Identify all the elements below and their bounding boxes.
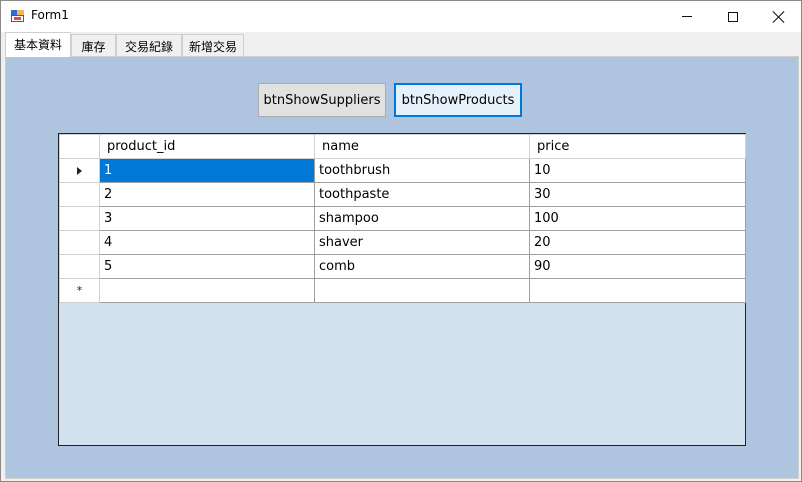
table-row[interactable]: 5 comb 90 xyxy=(59,254,746,279)
tab-page-basic-info: btnShowSuppliers btnShowProducts product… xyxy=(5,56,799,479)
cell-name[interactable]: shampoo xyxy=(314,206,530,231)
cell-name[interactable]: toothbrush xyxy=(314,158,530,183)
row-header[interactable] xyxy=(59,254,100,279)
table-row[interactable]: 1 toothbrush 10 xyxy=(59,158,746,183)
maximize-button[interactable] xyxy=(710,1,756,32)
main-window: Form1 基本資料 庫存 交易紀錄 新增交易 btnShowSuppliers… xyxy=(0,0,802,482)
cell-name[interactable]: comb xyxy=(314,254,530,279)
cell-product-id[interactable]: 2 xyxy=(99,182,315,207)
tab-add-transaction[interactable]: 新增交易 xyxy=(182,34,244,56)
new-row-marker: * xyxy=(76,284,83,297)
row-pointer-icon xyxy=(77,166,82,175)
tab-strip: 基本資料 庫存 交易紀錄 新增交易 xyxy=(5,32,801,57)
tab-inventory[interactable]: 庫存 xyxy=(71,34,116,56)
data-grid-table: product_id name price 1 toothbrush 10 2 xyxy=(59,134,746,303)
minimize-icon xyxy=(682,16,692,17)
cell-name[interactable]: shaver xyxy=(314,230,530,255)
cell-product-id[interactable]: 1 xyxy=(99,158,315,183)
products-data-grid[interactable]: product_id name price 1 toothbrush 10 2 xyxy=(58,133,746,446)
tab-basic-info[interactable]: 基本資料 xyxy=(5,32,71,57)
row-header[interactable] xyxy=(59,230,100,255)
cell-product-id[interactable]: 3 xyxy=(99,206,315,231)
table-row[interactable]: 4 shaver 20 xyxy=(59,230,746,255)
cell-price[interactable]: 30 xyxy=(529,182,746,207)
new-row-cell-name[interactable] xyxy=(314,278,530,303)
minimize-button[interactable] xyxy=(664,1,710,32)
column-header-name[interactable]: name xyxy=(314,134,530,159)
row-header[interactable] xyxy=(59,158,100,183)
title-bar[interactable]: Form1 xyxy=(1,1,801,32)
table-row[interactable]: 2 toothpaste 30 xyxy=(59,182,746,207)
new-row-cell-product-id[interactable] xyxy=(99,278,315,303)
row-header[interactable] xyxy=(59,206,100,231)
app-icon xyxy=(11,10,24,22)
new-row-header[interactable]: * xyxy=(59,278,100,303)
cell-price[interactable]: 100 xyxy=(529,206,746,231)
grid-corner-header[interactable] xyxy=(59,134,100,159)
cell-name[interactable]: toothpaste xyxy=(314,182,530,207)
close-icon xyxy=(773,11,785,23)
cell-price[interactable]: 20 xyxy=(529,230,746,255)
maximize-icon xyxy=(728,11,738,22)
cell-product-id[interactable]: 5 xyxy=(99,254,315,279)
cell-price[interactable]: 10 xyxy=(529,158,746,183)
close-button[interactable] xyxy=(756,1,802,32)
tab-transaction-records[interactable]: 交易紀錄 xyxy=(116,34,182,56)
new-row[interactable]: * xyxy=(59,278,746,303)
window-title: Form1 xyxy=(31,8,69,22)
cell-price[interactable]: 90 xyxy=(529,254,746,279)
show-products-button[interactable]: btnShowProducts xyxy=(394,83,522,117)
table-row[interactable]: 3 shampoo 100 xyxy=(59,206,746,231)
row-header[interactable] xyxy=(59,182,100,207)
column-header-product-id[interactable]: product_id xyxy=(99,134,315,159)
show-suppliers-button[interactable]: btnShowSuppliers xyxy=(258,83,386,117)
cell-product-id[interactable]: 4 xyxy=(99,230,315,255)
column-header-price[interactable]: price xyxy=(529,134,746,159)
new-row-cell-price[interactable] xyxy=(529,278,746,303)
